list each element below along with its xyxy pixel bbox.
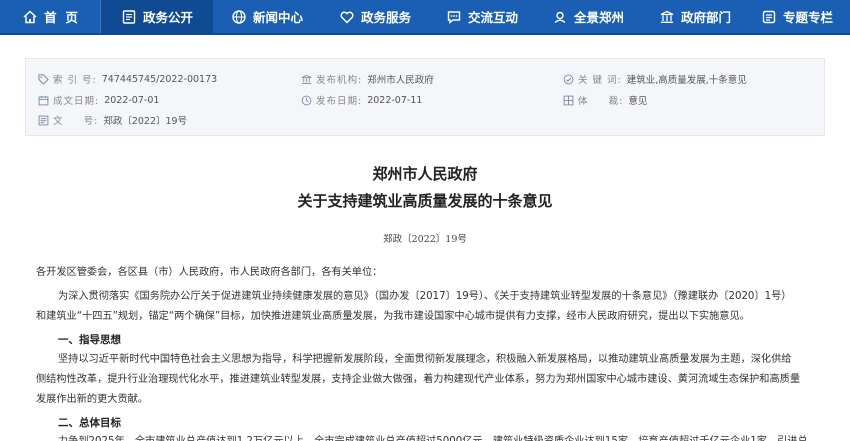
tag-icon [38,73,49,85]
nav-item-panorama[interactable]: 全景郑州 [535,0,641,34]
paragraph-intro-line: 和建筑业“十四五”规划，锚定“两个确保”目标，加快推进建筑业高质量发展，为我市建… [36,311,750,322]
paragraph-guiding-line: 坚持以习近平新时代中国特色社会主义思想为指导，科学把握新发展阶段，全面贯彻新发展… [58,354,792,365]
file-icon [38,115,49,126]
globe-icon [231,9,247,25]
check-circle-icon [563,74,574,85]
home-icon [22,9,38,25]
meta-genre: 体 裁: 意见 [563,93,647,107]
nav-item-label: 政务公开 [142,10,193,25]
salutation: 各开发区管委会，各区县（市）人民政府，市人民政府各部门，各有关单位： [36,267,383,278]
nav-item-label: 全景郑州 [573,10,624,25]
section-heading: 二、总体目标 [58,417,121,429]
top-nav-bar: 首 页 政务公开 新闻中心 政务服务 交流互动 全景郑州 政府部门 专题专栏 [0,0,850,35]
nav-item-gov-affairs-open[interactable]: 政务公开 [101,0,213,34]
meta-published-date: 发布日期: 2022-07-11 [301,93,422,107]
meta-issuing-agency: 发布机构: 郑州市人民政府 [301,72,434,86]
document-icon [121,9,137,25]
document-title: 关于支持建筑业高质量发展的十条意见 [297,192,553,210]
meta-index-number: 索 引 号: 747445745/2022-00173 [38,72,217,86]
nav-item-gov-services[interactable]: 政务服务 [321,0,429,34]
nav-item-label: 专题专栏 [782,10,833,25]
nav-item-news-center[interactable]: 新闻中心 [213,0,321,34]
paragraph-intro-line: 为深入贯彻落实《国务院办公厅关于促进建筑业持续健康发展的意见》（国办发〔2017… [58,291,792,302]
document-issuer-title: 郑州市人民政府 [372,165,478,183]
meta-keywords: 关 键 词: 建筑业,高质量发展,十条意见 [563,72,747,86]
list-icon [761,9,777,25]
nav-item-label: 交流互动 [467,10,518,25]
nav-item-label: 政务服务 [360,10,411,25]
meta-created-date: 成文日期: 2022-07-01 [38,93,159,107]
nav-item-interaction[interactable]: 交流互动 [429,0,535,34]
heart-icon [339,9,355,25]
chat-icon [446,9,462,25]
grid-icon [563,95,574,106]
document-number: 郑政〔2022〕19号 [383,234,467,245]
nav-item-label: 首 页 [44,10,78,25]
building-icon [301,74,312,85]
building-icon [659,9,675,25]
section-heading: 一、指导思想 [58,334,121,346]
calendar-icon [38,95,49,106]
paragraph-guiding-line: 侧结构性改革，提升行业治理现代化水平，推进建筑业转型发展，支持企业做大做强，着力… [36,374,801,385]
paragraph-guiding-line: 发展作出新的更大贡献。 [36,394,149,405]
meta-document-number: 文 号: 郑政〔2022〕19号 [38,113,187,127]
nav-item-label: 政府部门 [680,10,731,25]
nav-item-label: 新闻中心 [252,10,303,25]
nav-item-home[interactable]: 首 页 [0,0,100,34]
document-meta-box: 索 引 号: 747445745/2022-00173 发布机构: 郑州市人民政… [25,58,825,136]
location-icon [552,9,568,25]
paragraph-goal-line: 力争到2025年，全市建筑业总产值达到1.2万亿元以上，全市完成建筑业总产值超过… [58,432,808,441]
nav-item-gov-departments[interactable]: 政府部门 [641,0,749,34]
clock-icon [301,95,312,106]
nav-item-special-topics[interactable]: 专题专栏 [749,0,845,34]
